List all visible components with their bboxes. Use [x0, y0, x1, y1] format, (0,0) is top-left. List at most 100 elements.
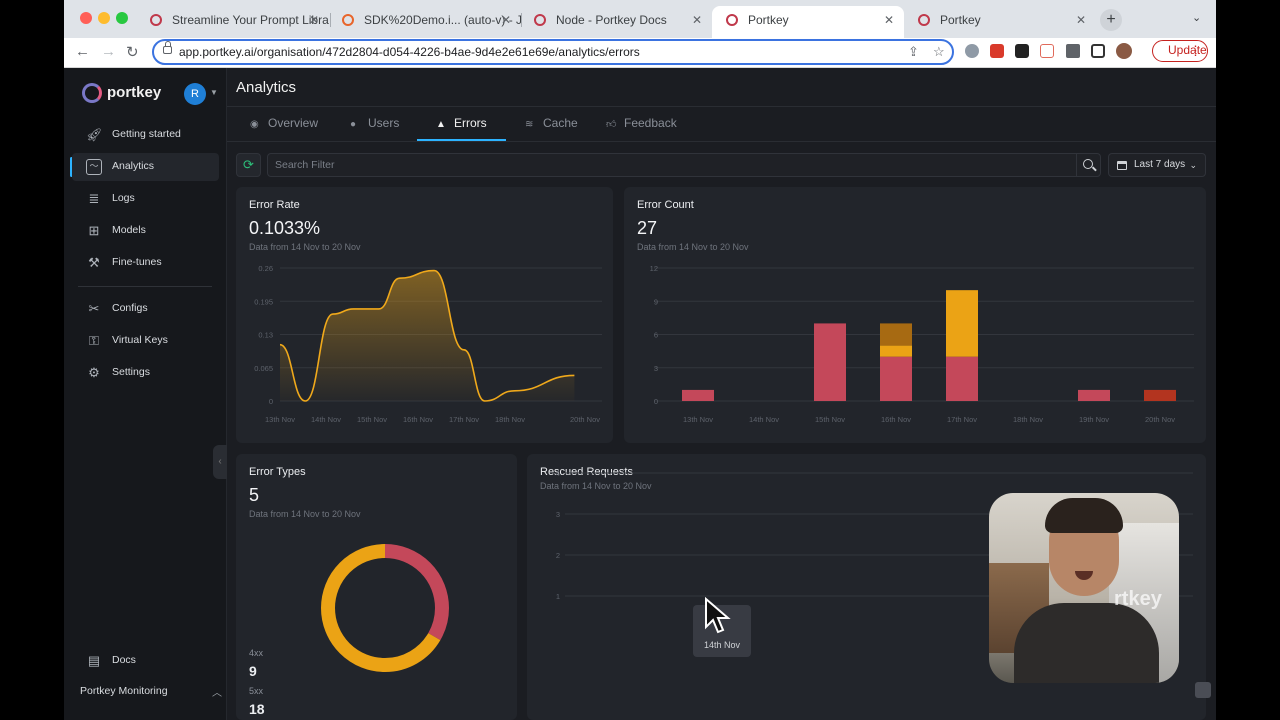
- extension-icon[interactable]: [990, 44, 1004, 58]
- browser-toolbar: ← → ↻ app.portkey.ai/organisation/472d28…: [64, 38, 1216, 68]
- search-input[interactable]: [267, 153, 1101, 177]
- y-tick-label: 0: [269, 397, 273, 406]
- y-tick-label: 0.26: [258, 264, 273, 273]
- reload-button[interactable]: ↻: [126, 43, 139, 61]
- sidebar-item-models[interactable]: ⊞ Models: [72, 217, 219, 245]
- sidebar: portkey R ▼ 🚀︎ Getting started 〜 Analyti…: [64, 68, 227, 720]
- sidebar-item-logs[interactable]: ≣ Logs: [72, 185, 219, 213]
- extension-icon[interactable]: [965, 44, 979, 58]
- share-icon[interactable]: ⇪: [908, 44, 919, 60]
- chevron-up-icon[interactable]: ︿: [212, 684, 222, 699]
- x-tick-label: 14th Nov: [749, 415, 779, 424]
- tab-users[interactable]: ● Users: [350, 107, 399, 141]
- sidebar-item-configs[interactable]: ✂ Configs: [72, 295, 219, 323]
- tab-search-chevron-icon[interactable]: ⌄: [1192, 11, 1201, 24]
- database-icon: ≣: [88, 191, 100, 206]
- bar: [946, 290, 978, 357]
- sidebar-item-docs[interactable]: ▤ Docs: [72, 647, 219, 675]
- y-tick-label: 2: [556, 551, 560, 560]
- x-tick-label: 19th Nov: [1079, 415, 1109, 424]
- extension-icon[interactable]: [1015, 44, 1029, 58]
- sidebar-item-getting-started[interactable]: 🚀︎ Getting started: [72, 121, 219, 149]
- avatar[interactable]: R: [184, 83, 206, 105]
- portkey-logo-icon: [82, 83, 102, 103]
- y-tick-label: 12: [650, 264, 658, 273]
- page-title: Analytics: [236, 79, 297, 96]
- area-fill: [280, 270, 575, 401]
- url-text[interactable]: app.portkey.ai/organisation/472d2804-d05…: [179, 45, 640, 59]
- update-browser-button[interactable]: Update: [1152, 40, 1208, 62]
- jupyter-favicon-icon: [342, 14, 354, 26]
- sidebar-divider: [78, 286, 212, 287]
- close-tab-icon[interactable]: ✕: [309, 6, 319, 34]
- thumbs-up-icon: 👍︎: [606, 119, 617, 130]
- address-bar[interactable]: app.portkey.ai/organisation/472d2804-d05…: [152, 39, 954, 65]
- profile-avatar[interactable]: [1116, 43, 1132, 59]
- mouse-cursor-icon: [705, 597, 731, 634]
- collapse-sidebar-button[interactable]: ‹: [213, 445, 227, 479]
- y-tick-label: 0.195: [254, 297, 273, 306]
- close-tab-icon[interactable]: ✕: [884, 6, 894, 34]
- calendar-icon: [1117, 161, 1127, 170]
- close-window-button[interactable]: [80, 12, 92, 24]
- sidebar-item-virtual-keys[interactable]: ⚿ Virtual Keys: [72, 327, 219, 355]
- bar: [1144, 389, 1176, 401]
- lock-icon[interactable]: [163, 41, 172, 54]
- x-tick-label: 17th Nov: [449, 415, 479, 424]
- browser-tab-active[interactable]: Portkey ✕: [712, 6, 904, 38]
- webcam-overlay: rtkey: [989, 493, 1179, 683]
- refresh-icon: ⟳: [243, 157, 254, 172]
- tools-icon: ✂: [88, 301, 100, 316]
- expand-icon[interactable]: [1195, 682, 1211, 698]
- minimize-window-button[interactable]: [98, 12, 110, 24]
- wrench-icon: ⚒: [88, 255, 100, 270]
- puzzle-extensions-icon[interactable]: [1066, 44, 1080, 58]
- bar: [814, 323, 846, 401]
- portkey-favicon-icon: [534, 14, 546, 26]
- x-tick-label: 20th Nov: [1145, 415, 1175, 424]
- maximize-window-button[interactable]: [116, 12, 128, 24]
- y-tick-label: 3: [654, 364, 658, 373]
- extension-icon[interactable]: [1040, 44, 1054, 58]
- bar: [946, 356, 978, 401]
- layers-icon: ≋: [525, 119, 534, 130]
- tab-feedback[interactable]: 👍︎ Feedback: [606, 107, 677, 141]
- chevron-down-icon[interactable]: ▼: [210, 88, 218, 97]
- browser-tab[interactable]: Streamline Your Prompt Librar ✕: [136, 6, 329, 34]
- close-tab-icon[interactable]: ✕: [501, 6, 511, 34]
- tab-overview[interactable]: ◉ Overview: [250, 107, 318, 141]
- search-button[interactable]: [1076, 154, 1100, 176]
- x-tick-label: 20th Nov: [570, 415, 600, 424]
- bookmark-star-icon[interactable]: ☆: [933, 44, 945, 60]
- portkey-monitoring-toggle[interactable]: Portkey Monitoring: [80, 685, 168, 697]
- portkey-favicon-icon: [150, 14, 162, 26]
- side-panel-icon[interactable]: [1091, 44, 1105, 58]
- gear-icon: ⚙: [88, 365, 100, 380]
- sidebar-item-settings[interactable]: ⚙ Settings: [72, 359, 219, 387]
- browser-tab[interactable]: Portkey ✕: [904, 6, 1096, 34]
- rocket-icon: 🚀︎: [86, 127, 103, 142]
- eye-icon: ◉: [250, 119, 259, 130]
- browser-tab[interactable]: SDK%20Demo.i... (auto-v) - J ✕: [328, 6, 521, 34]
- refresh-button[interactable]: ⟳: [236, 153, 261, 177]
- bar: [1078, 389, 1110, 401]
- new-tab-button[interactable]: +: [1100, 9, 1122, 31]
- x-tick-label: 15th Nov: [815, 415, 845, 424]
- y-tick-label: 1: [556, 592, 560, 601]
- chevron-down-icon: ⌄: [1189, 160, 1197, 170]
- sidebar-item-analytics[interactable]: 〜 Analytics: [72, 153, 219, 181]
- error-rate-chart: 0 0.065 0.13 0.195 0.26 13th Nov 14th Nov 15th …: [254, 264, 602, 424]
- close-tab-icon[interactable]: ✕: [1076, 6, 1086, 34]
- browser-tab[interactable]: Node - Portkey Docs ✕: [520, 6, 712, 34]
- date-range-select[interactable]: Last 7 days ⌄: [1108, 153, 1206, 177]
- bar: [682, 389, 714, 401]
- forward-button[interactable]: →: [101, 43, 116, 60]
- tab-errors[interactable]: ▲ Errors: [436, 107, 487, 141]
- back-button[interactable]: ←: [75, 43, 90, 60]
- close-tab-icon[interactable]: ✕: [692, 6, 702, 34]
- tab-cache[interactable]: ≋ Cache: [525, 107, 578, 141]
- x-tick-label: 18th Nov: [495, 415, 525, 424]
- analytics-icon: 〜: [86, 159, 102, 175]
- y-tick-label: 0: [654, 397, 658, 406]
- sidebar-item-fine-tunes[interactable]: ⚒ Fine-tunes: [72, 249, 219, 277]
